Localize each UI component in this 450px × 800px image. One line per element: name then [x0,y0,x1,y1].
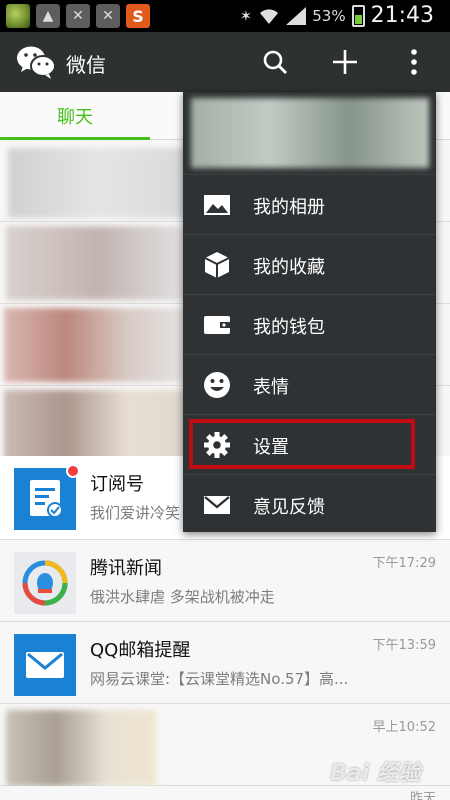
conversation-time: 早上10:52 [372,720,436,735]
conversation-time: 下午17:29 [372,556,436,571]
overflow-menu: 我的相册 我的收藏 我的钱包 表情 设置 意见反馈 [183,92,436,532]
conversation-preview: 俄洪水肆虐 多架战机被冲走 [90,588,275,606]
list-item-qq-mail[interactable]: QQ邮箱提醒 网易云课堂:【云课堂精选No.57】高... 下午13:59 [0,622,450,704]
blurred-content [4,390,189,464]
menu-label: 我的收藏 [253,257,325,278]
menu-label: 设置 [253,437,289,458]
more-icon [411,49,417,75]
app-icon [6,4,30,28]
battery-icon [351,4,365,27]
subscription-icon [14,468,76,530]
no-signal-icon: ✕ [66,4,90,28]
menu-item-album[interactable]: 我的相册 [183,174,436,234]
menu-label: 我的相册 [253,197,325,218]
menu-item-stickers[interactable]: 表情 [183,354,436,414]
plus-icon [333,50,357,74]
conversation-time: 昨天 [409,791,436,800]
menu-profile[interactable] [183,92,436,174]
status-bar: ▲ ✕ ✕ S ✶ 53% 21:43 [0,0,450,32]
more-button[interactable] [394,42,434,82]
s-app-icon: S [126,4,150,28]
blurred-content [6,710,156,786]
conversation-title: 腾讯新闻 [90,558,162,579]
gear-icon [204,432,230,458]
wallet-icon [204,316,230,334]
wechat-logo [17,46,56,79]
blurred-profile [191,98,429,168]
wifi-icon [260,8,279,24]
conversation-time: 下午13:59 [372,638,436,653]
tencent-news-icon [14,552,76,614]
menu-item-wallet[interactable]: 我的钱包 [183,294,436,354]
conversation-preview: 网易云课堂:【云课堂精选No.57】高... [90,670,349,688]
menu-item-settings[interactable]: 设置 [183,414,436,474]
blurred-content [6,226,191,300]
image-icon: ▲ [36,4,60,28]
tab-chats[interactable]: 聊天 [0,92,150,140]
menu-item-favorites[interactable]: 我的收藏 [183,234,436,294]
clock: 21:43 [370,3,434,28]
mail-icon [14,634,76,696]
add-button[interactable] [325,42,365,82]
signal-icon [286,6,307,25]
no-signal-icon: ✕ [96,4,120,28]
menu-item-feedback[interactable]: 意见反馈 [183,474,436,532]
battery-percent: 53% [312,6,346,25]
conversation-title: QQ邮箱提醒 [90,640,191,661]
cube-icon [204,252,230,278]
vibrate-icon: ✶ [239,6,253,25]
blurred-content [8,148,188,218]
conversation-title: 订阅号 [90,474,144,495]
tab-label: 聊天 [57,107,93,128]
list-item[interactable]: 昨天 [0,786,450,800]
unread-dot [66,464,80,478]
notification-icons: ▲ ✕ ✕ S [6,4,150,28]
action-bar: 微信 [0,32,450,92]
watermark: Bai 经验 [330,761,421,786]
menu-label: 我的钱包 [253,317,325,338]
blurred-content [4,308,189,382]
search-icon [263,50,287,74]
smiley-icon [204,372,230,398]
app-title: 微信 [66,53,106,77]
photo-icon [204,195,230,215]
envelope-icon [204,496,230,514]
search-button[interactable] [255,42,295,82]
menu-label: 意见反馈 [253,497,325,518]
menu-label: 表情 [253,377,289,398]
system-status: ✶ 53% 21:43 [240,3,434,28]
list-item-tencent-news[interactable]: 腾讯新闻 俄洪水肆虐 多架战机被冲走 下午17:29 [0,540,450,622]
